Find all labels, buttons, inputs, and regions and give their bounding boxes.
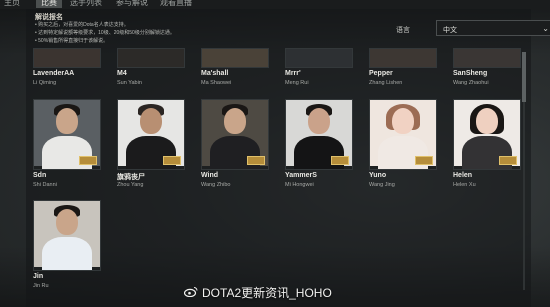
caster-card[interactable] [33, 48, 101, 68]
caster-name: Zhou Yang [117, 182, 144, 188]
nav-item-casters[interactable]: 参与解说 [116, 0, 148, 8]
caster-handle[interactable]: Ma'shall [201, 70, 228, 77]
caster-card[interactable] [33, 200, 101, 271]
caster-handle[interactable]: 旗鸦丧尸 [117, 172, 145, 182]
caster-photo [118, 49, 184, 67]
caster-name: Wang Jing [369, 182, 395, 188]
caster-card[interactable] [369, 99, 437, 170]
caster-photo [370, 49, 436, 67]
language-select[interactable]: 中文 ⌄ [436, 20, 550, 36]
caster-handle[interactable]: Jin [33, 273, 43, 280]
caster-name: Wang Zhaohui [453, 80, 489, 86]
caster-card[interactable] [117, 48, 185, 68]
caster-name: Zhang Lishen [369, 80, 403, 86]
caster-handle[interactable]: Pepper [369, 70, 393, 77]
caster-name: Sun Yabin [117, 80, 142, 86]
caster-handle[interactable]: LavenderAA [33, 70, 74, 77]
caster-name: Li Qiming [33, 80, 57, 86]
caster-badge [331, 156, 349, 165]
caster-card[interactable] [201, 48, 269, 68]
caster-card[interactable] [201, 99, 269, 170]
caster-card[interactable] [117, 99, 185, 170]
caster-name: Jin Ru [33, 283, 49, 289]
nav-item-players[interactable]: 选手列表 [70, 0, 102, 8]
caster-card[interactable] [453, 48, 521, 68]
caster-handle[interactable]: Helen [453, 172, 472, 179]
caster-handle[interactable]: Wind [201, 172, 218, 179]
language-selected-value: 中文 [443, 27, 457, 34]
top-nav: 主页 比赛 选手列表 参与解说 观看直播 [0, 0, 550, 9]
caster-photo [286, 49, 352, 67]
caster-card[interactable] [33, 99, 101, 170]
caster-handle[interactable]: SanSheng [453, 70, 487, 77]
caster-name: Helen Xu [453, 182, 476, 188]
caster-name: Wang Zhibo [201, 182, 231, 188]
info-bullet: 达到特定解说额等级要求，10级、20级和50级分别解锁达通。 [35, 29, 175, 37]
caster-badge [415, 156, 433, 165]
caster-card[interactable] [285, 99, 353, 170]
info-list: 购买之后，对喜爱的Dota名人表达支持。 达到特定解说额等级要求，10级、20级… [35, 21, 175, 45]
caster-name: Ma Shaowei [201, 80, 232, 86]
caster-card[interactable] [453, 99, 521, 170]
caster-photo [454, 49, 520, 67]
caster-handle[interactable]: Yuno [369, 172, 386, 179]
caster-badge [79, 156, 97, 165]
caster-photo [34, 49, 100, 67]
caster-photo [202, 49, 268, 67]
info-bullet: 50%销售所得直接归于该解说。 [35, 37, 175, 45]
nav-item-home[interactable]: 主页 [4, 0, 20, 8]
caster-card[interactable] [369, 48, 437, 68]
chevron-down-icon: ⌄ [542, 24, 549, 33]
caster-badge [499, 156, 517, 165]
nav-item-live[interactable]: 观看直播 [160, 0, 192, 8]
caster-handle[interactable]: Mrrr' [285, 70, 301, 77]
language-label: 语言 [396, 27, 410, 34]
caster-name: Mi Hongwei [285, 182, 314, 188]
caster-photo [34, 201, 100, 270]
caster-badge [247, 156, 265, 165]
caster-card[interactable] [285, 48, 353, 68]
info-bullet: 购买之后，对喜爱的Dota名人表达支持。 [35, 21, 175, 29]
caster-handle[interactable]: Sdn [33, 172, 46, 179]
weibo-icon [184, 287, 198, 297]
caster-name: Meng Rui [285, 80, 309, 86]
caster-name: Shi Danni [33, 182, 57, 188]
scrollbar-thumb[interactable] [522, 52, 526, 102]
watermark: DOTA2更新资讯_HOHO [202, 286, 332, 300]
caster-handle[interactable]: YammerS [285, 172, 317, 179]
nav-item-matches[interactable]: 比赛 [36, 0, 62, 8]
caster-handle[interactable]: M4 [117, 70, 127, 77]
caster-badge [163, 156, 181, 165]
